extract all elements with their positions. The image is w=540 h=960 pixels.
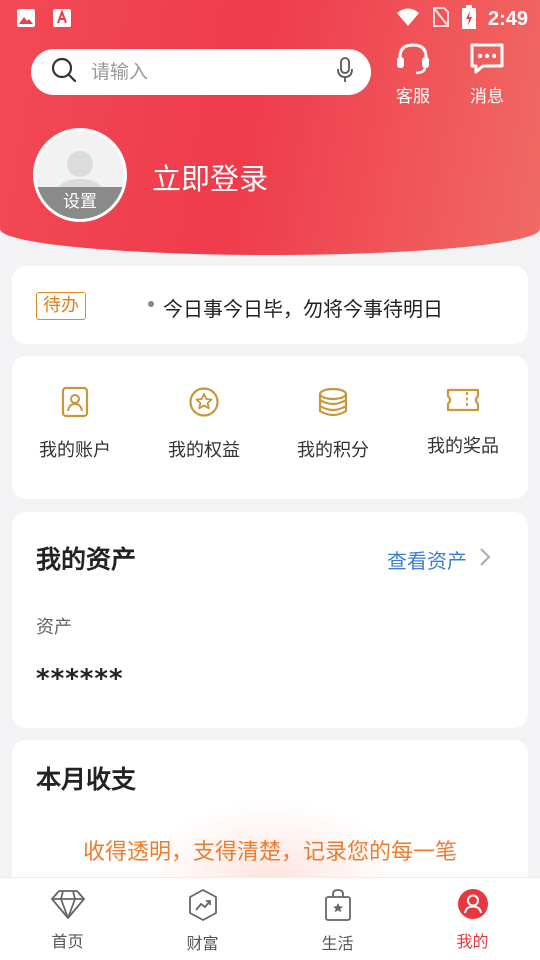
account-card-icon — [60, 386, 90, 422]
status-time: 2:49 — [487, 7, 528, 30]
view-assets-link[interactable]: 查看资产 — [387, 545, 491, 574]
messages-button[interactable]: 消息 — [455, 42, 519, 107]
nav-label: 财富 — [186, 934, 219, 953]
todo-text: 今日事今日毕，勿将今事待明日 — [163, 297, 443, 321]
view-assets-label: 查看资产 — [387, 549, 467, 573]
search-input[interactable] — [91, 61, 335, 83]
nav-label: 首页 — [51, 932, 84, 951]
quick-link-label: 我的奖品 — [427, 436, 499, 457]
nav-label: 生活 — [321, 934, 354, 953]
nav-life[interactable]: 生活 — [270, 878, 405, 960]
nav-mine[interactable]: 我的 — [405, 878, 540, 960]
quick-link-label: 我的积分 — [297, 440, 369, 461]
chevron-right-icon — [479, 547, 491, 572]
bottom-navigation: 首页 财富 生活 我的 — [0, 877, 540, 960]
diamond-icon — [50, 890, 86, 924]
assets-value-masked: ****** — [36, 664, 124, 694]
assets-label: 资产 — [36, 617, 72, 638]
customer-service-label: 客服 — [396, 87, 430, 107]
search-bar[interactable] — [31, 49, 371, 95]
messages-label: 消息 — [470, 87, 504, 107]
wifi-icon — [396, 7, 420, 31]
status-bar: 2:49 — [0, 0, 540, 36]
nav-label: 我的 — [456, 932, 489, 951]
nav-home[interactable]: 首页 — [0, 878, 135, 960]
quick-link-prizes[interactable]: 我的奖品 — [408, 386, 518, 458]
avatar[interactable]: 设置 — [33, 128, 127, 222]
microphone-icon[interactable] — [335, 56, 355, 88]
app-notification-icon — [52, 8, 72, 32]
assets-title: 我的资产 — [36, 545, 137, 574]
shopping-bag-icon — [323, 889, 353, 926]
gallery-icon — [16, 8, 36, 32]
quick-link-account[interactable]: 我的账户 — [20, 386, 130, 462]
trend-icon — [187, 889, 219, 926]
todo-badge: 待办 — [36, 292, 86, 320]
customer-service-button[interactable]: 客服 — [381, 42, 445, 107]
quick-link-points[interactable]: 我的积分 — [278, 386, 388, 462]
bullet-dot — [148, 301, 154, 307]
quick-links-card: 我的账户 我的权益 我的积分 我的奖品 — [12, 356, 528, 499]
ticket-icon — [446, 388, 480, 418]
no-sim-icon — [432, 6, 450, 32]
message-icon — [469, 43, 505, 80]
coins-icon — [316, 387, 350, 422]
search-icon — [51, 57, 77, 87]
quick-link-label: 我的账户 — [39, 440, 111, 461]
quick-link-label: 我的权益 — [168, 440, 240, 461]
monthly-title: 本月收支 — [36, 765, 137, 794]
todo-card[interactable]: 待办 今日事今日毕，勿将今事待明日 — [12, 266, 528, 344]
user-icon — [457, 889, 489, 924]
headset-icon — [394, 43, 432, 80]
star-badge-icon — [188, 387, 220, 422]
login-link[interactable]: 立即登录 — [152, 156, 268, 198]
avatar-settings-label[interactable]: 设置 — [36, 187, 124, 219]
monthly-slogan: 收得透明，支得清楚，记录您的每一笔 — [82, 840, 457, 865]
battery-charging-icon — [461, 5, 476, 33]
assets-card: 我的资产 查看资产 资产 ****** — [12, 512, 528, 728]
quick-link-rights[interactable]: 我的权益 — [149, 386, 259, 462]
nav-wealth[interactable]: 财富 — [135, 878, 270, 960]
